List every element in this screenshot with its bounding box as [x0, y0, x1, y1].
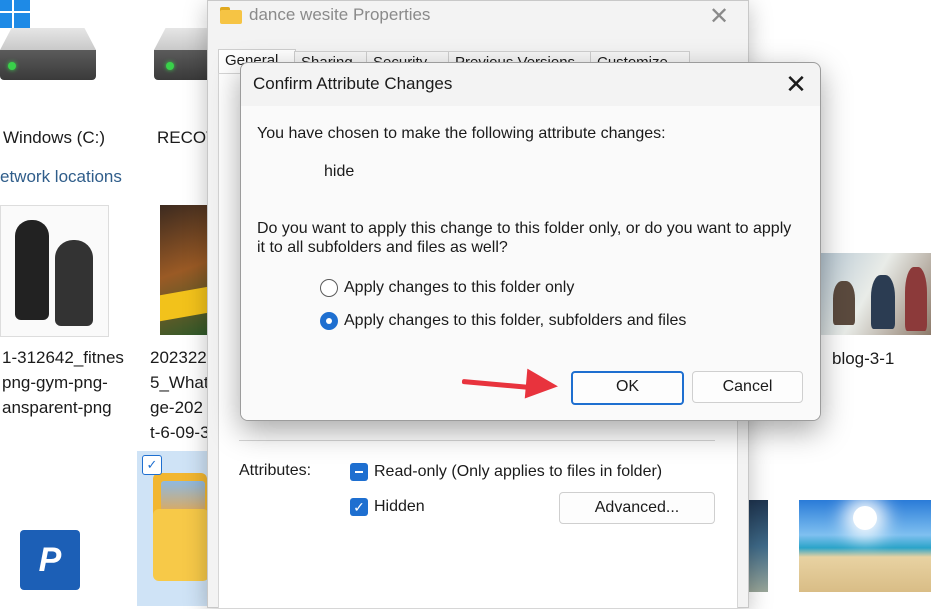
windows-logo-icon [0, 0, 30, 28]
file-label-fitness-1: 1-312642_fitnes [2, 348, 124, 367]
advanced-button[interactable]: Advanced... [559, 492, 715, 524]
radio-this-folder-only-label[interactable]: Apply changes to this folder only [344, 279, 574, 297]
ok-button[interactable]: OK [571, 371, 684, 405]
confirm-attribute-changes-dialog: Confirm Attribute Changes ✕ You have cho… [240, 62, 821, 421]
file-thumbnail-partial[interactable] [748, 500, 768, 592]
arrow-annotation-head [524, 368, 560, 402]
cancel-button[interactable]: Cancel [692, 371, 803, 403]
file-label-fitness-2: png-gym-png- [2, 373, 108, 392]
radio-this-folder-only[interactable] [320, 279, 338, 297]
file-label-blog: blog-3-1 [832, 349, 895, 368]
attribute-change-text: hide [324, 163, 355, 180]
file-label-movie-1: 202322 [150, 348, 207, 367]
dialog-question-line1: Do you want to apply this change to this… [257, 220, 792, 237]
file-label-fitness-3: ansparent-png [2, 398, 112, 417]
selection-checkbox-icon[interactable]: ✓ [142, 455, 162, 475]
panel-divider [239, 440, 715, 441]
file-thumbnail-movie[interactable] [160, 205, 208, 335]
dialog-close-button[interactable]: ✕ [778, 69, 814, 99]
properties-close-button[interactable]: ✕ [704, 3, 734, 31]
dialog-title: Confirm Attribute Changes [253, 74, 453, 93]
file-thumbnail-fitness[interactable] [0, 205, 109, 337]
dialog-intro-text: You have chosen to make the following at… [257, 125, 666, 142]
hidden-label[interactable]: Hidden [374, 498, 425, 516]
readonly-label[interactable]: Read-only (Only applies to files in fold… [374, 463, 662, 481]
dialog-question-line2: it to all subfolders and files as well? [257, 239, 508, 256]
drive-c-label[interactable]: Windows (C:) [3, 128, 105, 148]
file-label-movie-2: 5_What [150, 373, 209, 392]
hidden-checkbox[interactable]: ✓ [350, 498, 368, 516]
radio-folder-subfolders-files[interactable] [320, 312, 338, 330]
file-label-movie-4: t-6-09-3 [150, 423, 210, 442]
network-locations-label: etwork locations [0, 167, 122, 186]
folder-icon [220, 7, 242, 24]
file-label-movie-3: ge-202 [150, 398, 203, 417]
properties-title: dance wesite Properties [249, 5, 431, 24]
file-thumbnail-blog[interactable] [819, 253, 931, 335]
radio-folder-subfolders-files-label[interactable]: Apply changes to this folder, subfolders… [344, 312, 686, 330]
readonly-checkbox[interactable] [350, 463, 368, 481]
app-shortcut-icon[interactable]: P [20, 530, 80, 590]
attributes-label: Attributes: [239, 462, 312, 479]
file-thumbnail-holiday[interactable] [799, 500, 931, 592]
properties-titlebar[interactable]: dance wesite Properties ✕ [208, 1, 748, 35]
drive-c-icon[interactable] [0, 28, 102, 88]
